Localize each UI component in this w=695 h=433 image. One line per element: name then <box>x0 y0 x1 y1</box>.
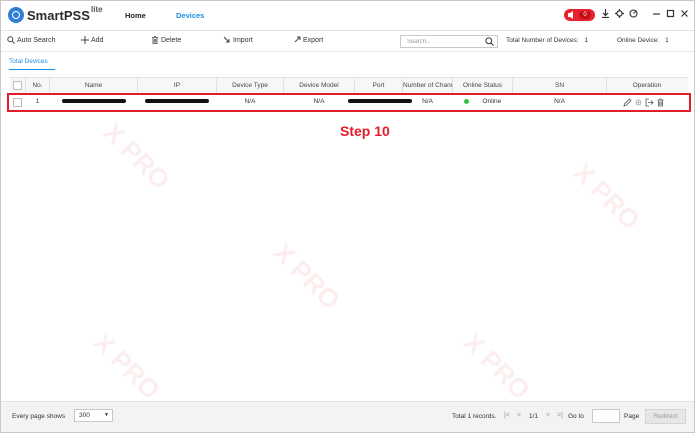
page-size-value: 300 <box>79 412 90 419</box>
row-highlight-box <box>7 93 691 112</box>
page-label: Page <box>624 413 640 420</box>
plus-icon <box>81 36 89 44</box>
minimize-icon[interactable] <box>650 9 662 21</box>
redirect-button[interactable]: Redirect <box>645 409 686 424</box>
header-channels[interactable]: Number of Chann <box>403 78 453 93</box>
header-device-model[interactable]: Device Model <box>284 78 355 93</box>
auto-search-button[interactable]: Auto Search <box>7 36 56 44</box>
nav-devices-tab[interactable]: Devices <box>176 11 204 20</box>
device-toolbar: Auto Search Add Delete Import Export Tot… <box>1 31 694 52</box>
app-edition: lite <box>91 5 103 14</box>
select-all-checkbox[interactable] <box>13 81 22 90</box>
watermark: X PRO <box>87 326 167 406</box>
page-size-label: Every page shows <box>12 413 66 420</box>
header-port[interactable]: Port <box>355 78 403 93</box>
export-label: Export <box>303 36 324 44</box>
import-label: Import <box>233 36 253 44</box>
online-devices-label: Online Device: <box>617 37 660 44</box>
watermark: X PRO <box>457 326 537 406</box>
page-indicator: 1/1 <box>529 413 539 420</box>
next-page-icon[interactable]: > <box>546 412 550 419</box>
goto-label: Go to <box>568 413 584 420</box>
close-icon[interactable] <box>678 9 690 21</box>
header-online-status[interactable]: Online Status <box>453 78 513 93</box>
header-ip[interactable]: IP <box>138 78 217 93</box>
title-bar: SmartPSS lite Home Devices 0 <box>1 1 694 31</box>
online-devices-stat: Online Device: 1 <box>617 37 669 44</box>
import-button[interactable]: Import <box>223 36 253 44</box>
total-devices-label: Total Number of Devices: <box>506 37 579 44</box>
pagination-footer: Every page shows 300 ▼ Total 1 records. … <box>1 401 694 432</box>
header-sn[interactable]: SN <box>513 78 607 93</box>
tab-total-devices[interactable]: Total Devices <box>9 58 48 65</box>
alarm-count: 0 <box>579 11 591 19</box>
records-count: Total 1 records. <box>452 413 497 420</box>
table-header: No. Name IP Device Type Device Model Por… <box>9 77 688 94</box>
nav-home-tab[interactable]: Home <box>125 11 146 20</box>
watermark: X PRO <box>97 116 177 196</box>
search-input[interactable] <box>401 36 485 47</box>
maximize-icon[interactable] <box>664 9 676 21</box>
delete-label: Delete <box>161 36 182 44</box>
header-device-type[interactable]: Device Type <box>217 78 284 93</box>
last-page-icon[interactable]: >| <box>557 412 563 419</box>
total-devices-stat: Total Number of Devices: 1 <box>506 37 588 44</box>
watermark: X PRO <box>567 156 647 236</box>
add-label: Add <box>91 36 104 44</box>
download-icon[interactable] <box>599 9 611 21</box>
alarm-button[interactable]: 0 <box>564 9 595 21</box>
header-name[interactable]: Name <box>50 78 138 93</box>
first-page-icon[interactable]: |< <box>504 412 510 419</box>
chevron-down-icon: ▼ <box>104 412 109 418</box>
total-devices-value: 1 <box>584 37 589 44</box>
step-annotation: Step 10 <box>340 123 390 139</box>
online-devices-value: 1 <box>665 37 669 44</box>
app-name: SmartPSS <box>27 8 90 23</box>
header-operation: Operation <box>632 82 662 89</box>
search-icon <box>7 36 15 44</box>
search-icon[interactable] <box>485 37 494 46</box>
header-no[interactable]: No. <box>26 78 50 93</box>
app-window: X PRO X PRO X PRO X PRO X PRO SmartPSS l… <box>0 0 695 433</box>
export-button[interactable]: Export <box>293 36 323 44</box>
goto-page-input[interactable] <box>592 409 620 423</box>
watermark: X PRO <box>267 236 347 316</box>
header-checkbox-cell <box>9 78 26 93</box>
add-button[interactable]: Add <box>81 36 103 44</box>
export-icon <box>294 36 301 43</box>
app-logo-icon <box>8 7 24 23</box>
delete-button[interactable]: Delete <box>151 36 181 44</box>
alarm-icon <box>568 11 573 19</box>
page-size-select[interactable]: 300 ▼ <box>74 409 113 422</box>
theme-icon[interactable] <box>627 9 639 21</box>
trash-icon <box>152 36 158 44</box>
device-tabs: Total Devices <box>1 52 694 72</box>
prev-page-icon[interactable]: < <box>517 412 521 419</box>
auto-search-label: Auto Search <box>17 36 56 44</box>
gear-icon[interactable] <box>613 9 625 21</box>
device-search-box <box>400 35 498 48</box>
import-icon <box>223 36 230 43</box>
tab-underline <box>9 69 55 70</box>
